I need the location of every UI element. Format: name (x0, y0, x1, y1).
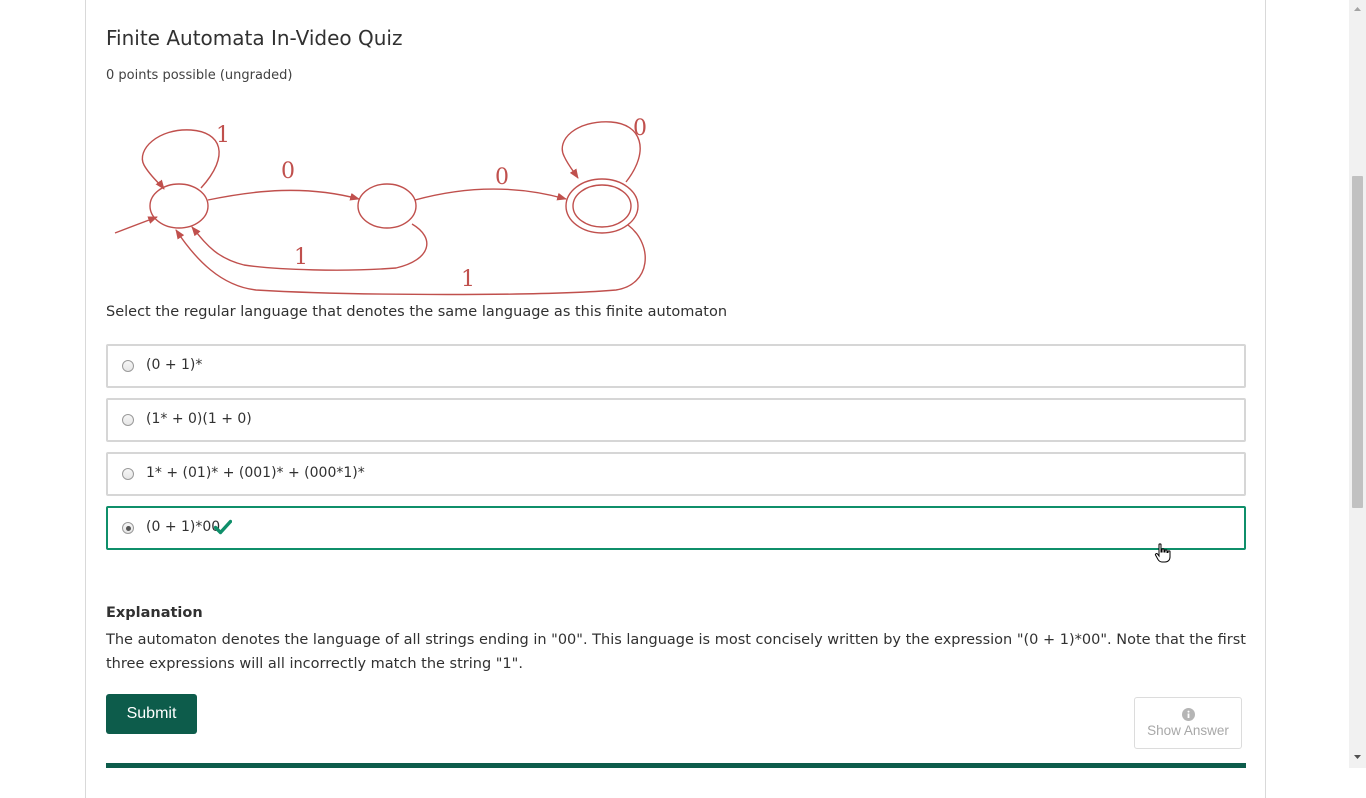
finite-automaton-diagram: 1 0 0 0 1 1 (114, 116, 647, 296)
edge-start-middle (207, 189, 360, 201)
show-answer-label: Show Answer (1147, 723, 1229, 738)
self-loop-accept (561, 121, 641, 183)
entry-arrow (114, 216, 158, 234)
hand-pointer-cursor-icon (1154, 543, 1171, 563)
middle-state (357, 183, 417, 229)
choice-1-label: (0 + 1)* (146, 357, 203, 373)
choice-3[interactable]: 1* + (01)* + (001)* + (000*1)* (106, 452, 1246, 496)
show-answer-button[interactable]: Show Answer (1134, 697, 1242, 749)
quiz-title: Finite Automata In-Video Quiz (106, 26, 403, 50)
choice-1-radio[interactable] (122, 360, 134, 372)
edge-middle-start (191, 223, 428, 271)
submit-button[interactable]: Submit (106, 694, 197, 734)
choice-2-radio[interactable] (122, 414, 134, 426)
self-loop-start (141, 129, 220, 190)
scrollbar-thumb[interactable] (1352, 176, 1363, 508)
accept-state-outer (565, 178, 639, 234)
accept-state-inner (572, 184, 632, 228)
start-state (149, 183, 209, 229)
label-self-loop-accept: 0 (633, 116, 647, 141)
points-possible: 0 points possible (ungraded) (106, 68, 293, 83)
choice-3-label: 1* + (01)* + (001)* + (000*1)* (146, 465, 365, 481)
label-middle-start: 1 (294, 245, 308, 270)
edge-middle-accept (414, 188, 567, 201)
choice-4-radio[interactable] (122, 522, 134, 534)
bottom-accent-bar (106, 763, 1246, 768)
question-prompt: Select the regular language that denotes… (106, 304, 728, 320)
explanation-text: The automaton denotes the language of al… (106, 632, 1246, 672)
choice-3-radio[interactable] (122, 468, 134, 480)
info-icon (1181, 708, 1195, 721)
explanation-heading: Explanation (106, 605, 203, 621)
choice-1[interactable]: (0 + 1)* (106, 344, 1246, 388)
label-accept-start: 1 (461, 267, 475, 292)
label-middle-accept: 0 (495, 165, 509, 190)
scroll-down-arrow-icon[interactable] (1352, 752, 1363, 762)
label-self-loop-start: 1 (216, 123, 230, 148)
checkmark-icon (214, 519, 232, 535)
choice-2[interactable]: (1* + 0)(1 + 0) (106, 398, 1246, 442)
choice-2-label: (1* + 0)(1 + 0) (146, 411, 252, 427)
choice-4[interactable]: (0 + 1)*00 (106, 506, 1246, 550)
scroll-up-arrow-icon[interactable] (1352, 4, 1363, 14)
label-start-middle: 0 (281, 159, 295, 184)
edge-accept-start (175, 224, 646, 296)
choice-4-label: (0 + 1)*00 (146, 519, 221, 535)
